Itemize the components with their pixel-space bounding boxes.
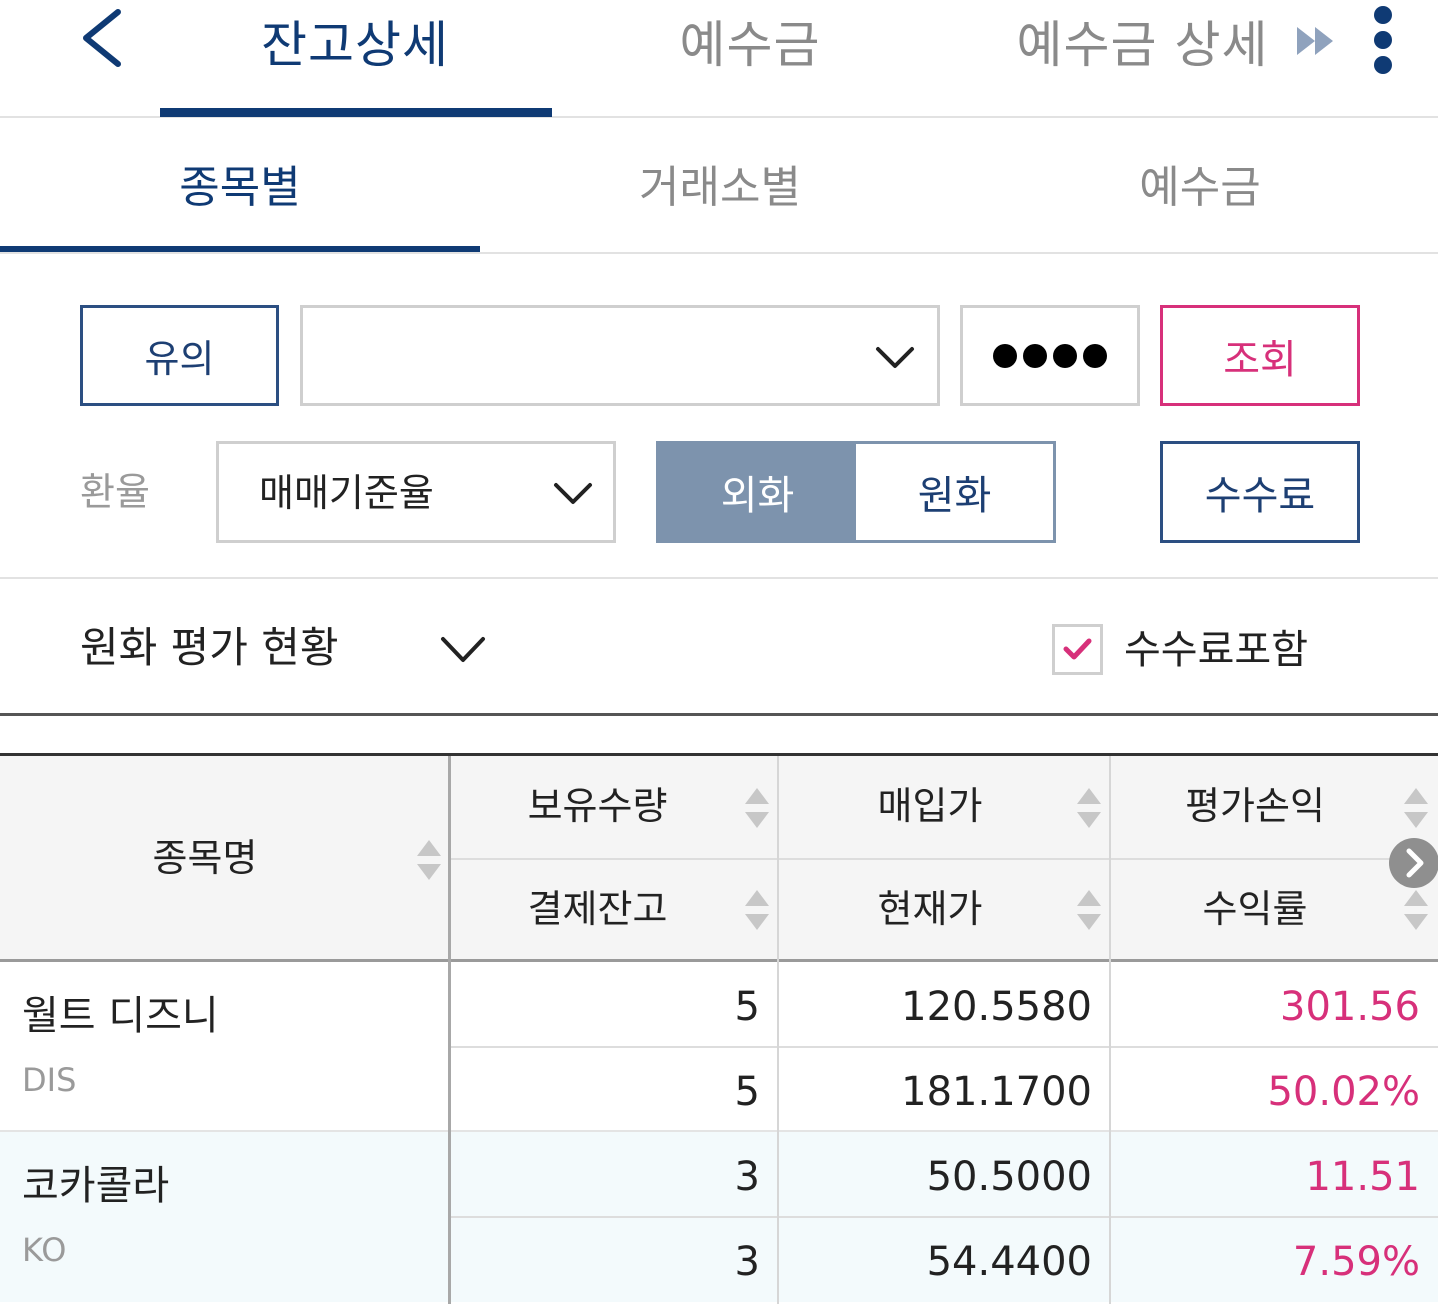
table-row[interactable]: 코카콜라 KO 3 3 50.5000 54.4400 11.51 7.59% [0,1132,1438,1304]
password-dot [1083,343,1107,368]
subtab-by-exchange[interactable]: 거래소별 [570,158,870,218]
row-divider [450,1216,1438,1218]
profit-loss: 11.51 [1305,1154,1420,1200]
column-divider [777,756,779,962]
column-divider [777,962,779,1132]
column-divider [448,1132,451,1304]
sort-icon[interactable] [1076,888,1102,932]
more-vertical-dot [1374,56,1392,74]
fee-button[interactable]: 수수료 [1160,441,1360,543]
chevron-down-icon[interactable] [440,636,486,664]
notice-button[interactable]: 유의 [80,305,279,406]
column-divider [448,756,451,962]
header-quantity[interactable]: 보유수량 [460,780,735,832]
fast-forward-icon [1297,27,1333,55]
tab-deposit[interactable]: 예수금 [610,10,890,80]
password-dot [1023,343,1047,368]
header-stock-name[interactable]: 종목명 [120,832,290,884]
sort-icon[interactable] [1076,786,1102,830]
check-icon [1063,638,1092,660]
toggle-won-currency[interactable]: 원화 [856,444,1053,540]
password-dot [1053,343,1077,368]
header-buy-price[interactable]: 매입가 [790,780,1070,832]
more-vertical-dot [1374,31,1392,49]
buy-price: 120.5580 [901,984,1092,1030]
more-vertical-icon [1374,6,1392,24]
divider [0,577,1438,579]
subtab-by-stock[interactable]: 종목별 [90,158,390,218]
sub-tab-bar: 종목별 거래소별 예수금 [0,118,1438,254]
next-columns-button[interactable] [1389,838,1438,888]
header-current-price[interactable]: 현재가 [790,883,1070,935]
toggle-foreign-currency[interactable]: 외화 [659,444,856,540]
current-price: 181.1700 [901,1069,1092,1115]
sort-icon[interactable] [1403,888,1429,932]
exchange-rate-select[interactable]: 매매기준율 [216,441,616,543]
header-return-rate[interactable]: 수익률 [1120,883,1390,935]
column-divider [1109,1132,1111,1304]
chevron-left-icon [83,9,121,67]
password-dot [993,343,1017,368]
current-price: 54.4400 [926,1239,1092,1285]
sort-icon[interactable] [416,838,442,882]
query-button[interactable]: 조회 [1160,305,1360,406]
fee-include-checkbox[interactable] [1052,624,1103,675]
sort-icon[interactable] [744,888,770,932]
profit-loss: 301.56 [1280,984,1420,1030]
column-divider [1109,756,1111,962]
holding-quantity: 5 [734,984,760,1030]
holding-quantity: 3 [734,1154,760,1200]
summary-title[interactable]: 원화 평가 현황 [80,618,339,678]
holdings-table: 종목명 보유수량 결제잔고 매입가 현재가 평가손익 수익률 월트 디즈니 DI… [0,753,1438,1304]
stock-code: DIS [22,1061,77,1099]
stock-name: 월트 디즈니 [22,993,219,1039]
divider [0,713,1438,716]
fee-include-label: 수수료포함 [1124,627,1308,673]
chevron-right-icon [1406,848,1424,878]
header-divider [450,858,1438,860]
top-tab-bar: 잔고상세 예수금 예수금 상세 [0,0,1438,118]
chevron-down-icon [554,483,592,504]
tab-balance-detail[interactable]: 잔고상세 [200,10,510,80]
back-button[interactable] [62,0,142,80]
password-field[interactable] [960,305,1140,406]
return-rate: 7.59% [1292,1239,1420,1285]
active-tab-indicator [160,108,552,117]
table-row[interactable]: 월트 디즈니 DIS 5 5 120.5580 181.1700 301.56 … [0,962,1438,1132]
active-subtab-indicator [0,246,480,252]
column-divider [777,1132,779,1304]
sort-icon[interactable] [1403,786,1429,830]
stock-code: KO [22,1231,67,1269]
more-tabs-button[interactable] [1295,24,1337,58]
column-divider [1109,962,1111,1132]
stock-name: 코카콜라 [22,1163,170,1209]
exchange-rate-label: 환율 [80,470,150,514]
row-divider [450,1046,1438,1048]
table-header: 종목명 보유수량 결제잔고 매입가 현재가 평가손익 수익률 [0,753,1438,962]
sort-icon[interactable] [744,786,770,830]
settlement-balance: 3 [734,1239,760,1285]
header-settlement-balance[interactable]: 결제잔고 [460,883,735,935]
column-divider [448,962,451,1132]
chevron-down-icon [876,347,914,368]
subtab-deposit[interactable]: 예수금 [1050,158,1350,218]
more-menu-button[interactable] [1366,4,1400,76]
buy-price: 50.5000 [926,1154,1092,1200]
header-profit-loss[interactable]: 평가손익 [1120,780,1390,832]
return-rate: 50.02% [1267,1069,1420,1115]
account-select[interactable] [300,305,940,406]
currency-toggle: 외화 원화 [656,441,1056,543]
exchange-rate-value: 매매기준율 [259,471,434,515]
tab-deposit-detail[interactable]: 예수금 상세 [1000,10,1285,80]
settlement-balance: 5 [734,1069,760,1115]
